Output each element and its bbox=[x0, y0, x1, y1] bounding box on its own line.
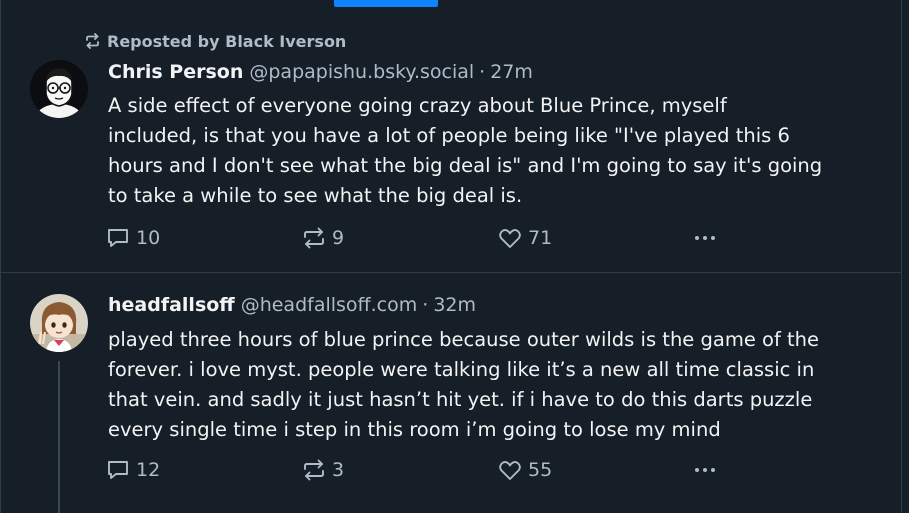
avatar[interactable] bbox=[30, 60, 88, 118]
author-name[interactable]: headfallsoff bbox=[108, 294, 235, 316]
post-text-line: A side effect of everyone going crazy ab… bbox=[108, 94, 727, 117]
reply-button[interactable]: 12 bbox=[106, 458, 160, 482]
repost-button[interactable]: 3 bbox=[302, 458, 344, 482]
post-text-line: every single time i step in this room i’… bbox=[108, 418, 721, 441]
more-dot bbox=[695, 236, 699, 240]
repost-count: 3 bbox=[332, 459, 345, 481]
more-dot bbox=[711, 236, 715, 240]
repost-icon bbox=[84, 33, 101, 49]
reply-button[interactable]: 10 bbox=[106, 226, 160, 250]
reply-icon bbox=[106, 227, 130, 249]
post-text-line: that vein. and sadly it just hasn’t hit … bbox=[108, 388, 813, 411]
post-text: played three hours of blue prince becaus… bbox=[108, 325, 898, 445]
reply-count: 10 bbox=[136, 227, 161, 249]
post-divider bbox=[0, 272, 902, 273]
post-header: headfallsoff @headfallsoff.com · 32m bbox=[108, 294, 476, 320]
repost-icon bbox=[302, 227, 326, 249]
author-handle[interactable]: @headfallsoff.com bbox=[241, 294, 418, 316]
separator-dot: · bbox=[422, 294, 429, 316]
reply-icon bbox=[106, 459, 130, 481]
more-options-button[interactable] bbox=[695, 458, 715, 482]
post-text-line: played three hours of blue prince becaus… bbox=[108, 328, 820, 351]
column-border-right bbox=[901, 0, 902, 513]
repost-icon bbox=[302, 459, 326, 481]
column-border-left bbox=[0, 0, 1, 513]
post-text-line: forever. i love myst. people were talkin… bbox=[108, 358, 815, 381]
more-dot bbox=[703, 236, 707, 240]
thread-line bbox=[58, 361, 60, 513]
more-options-button[interactable] bbox=[695, 226, 715, 250]
post-text-line: hours and I don't see what the big deal … bbox=[108, 154, 823, 177]
post-text: A side effect of everyone going crazy ab… bbox=[108, 91, 898, 211]
active-tab-indicator bbox=[334, 0, 438, 7]
like-button[interactable]: 71 bbox=[498, 226, 552, 250]
post-header: Chris Person @papapishu.bsky.social · 27… bbox=[108, 61, 533, 87]
more-dot bbox=[695, 468, 699, 472]
like-count: 71 bbox=[528, 227, 553, 249]
more-dot bbox=[703, 468, 707, 472]
repost-count: 9 bbox=[332, 227, 345, 249]
heart-icon bbox=[498, 227, 522, 249]
reply-count: 12 bbox=[136, 459, 161, 481]
more-dot bbox=[711, 468, 715, 472]
repost-indicator[interactable]: Reposted by Black Iverson bbox=[84, 30, 346, 52]
separator-dot: · bbox=[479, 61, 486, 83]
author-name[interactable]: Chris Person bbox=[108, 61, 243, 83]
author-handle[interactable]: @papapishu.bsky.social bbox=[249, 61, 474, 83]
post-timestamp[interactable]: 27m bbox=[490, 61, 533, 83]
repost-button[interactable]: 9 bbox=[302, 226, 344, 250]
post-text-line: to take a while to see what the big deal… bbox=[108, 184, 523, 207]
like-count: 55 bbox=[528, 459, 553, 481]
post-text-line: included, is that you have a lot of peop… bbox=[108, 124, 790, 147]
post-timestamp[interactable]: 32m bbox=[433, 294, 476, 316]
repost-label: Reposted by Black Iverson bbox=[107, 31, 347, 51]
like-button[interactable]: 55 bbox=[498, 458, 552, 482]
heart-icon bbox=[498, 459, 522, 481]
avatar[interactable] bbox=[30, 294, 88, 352]
